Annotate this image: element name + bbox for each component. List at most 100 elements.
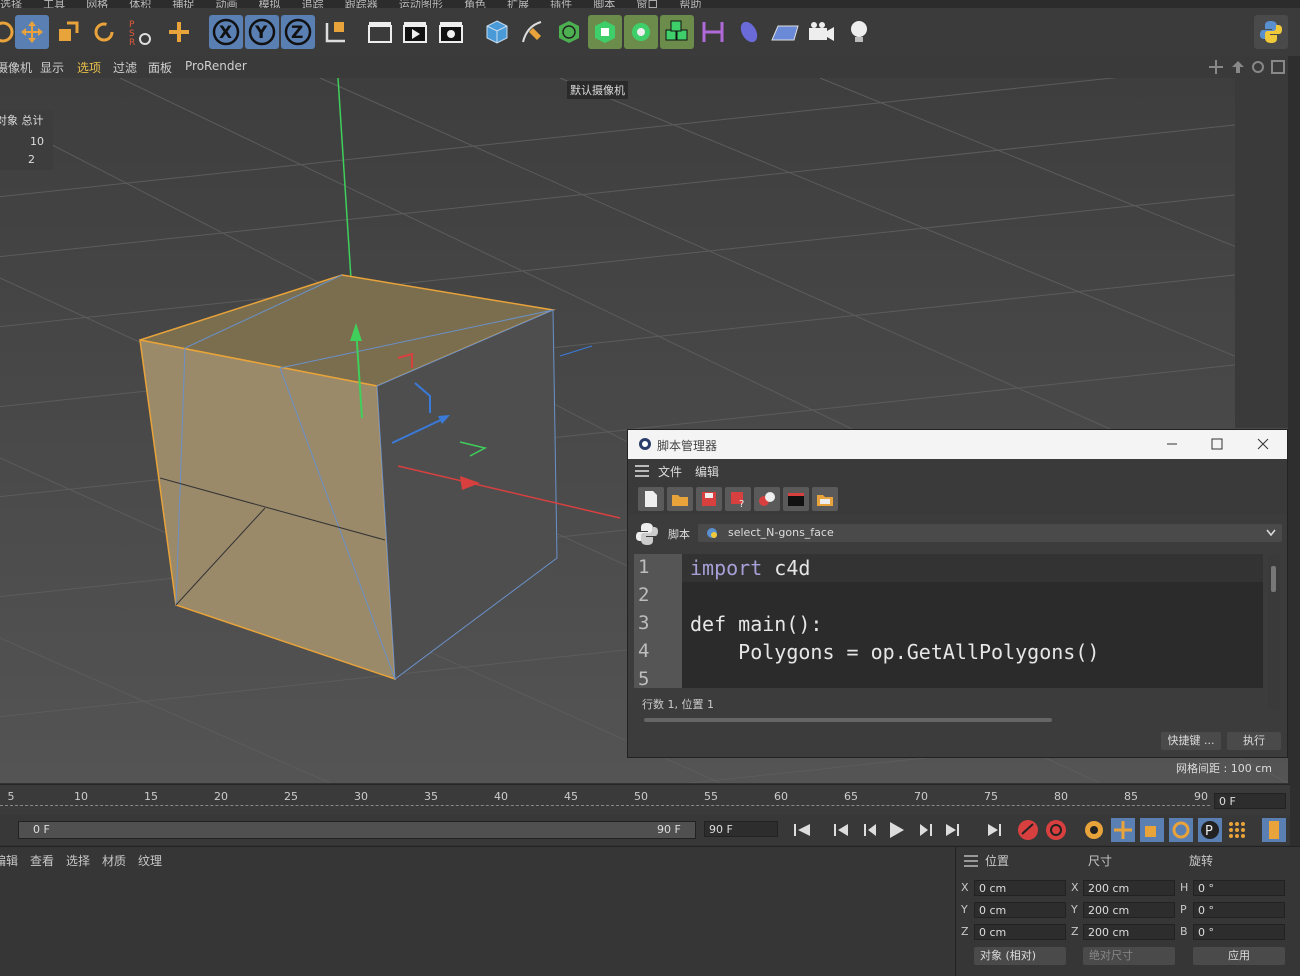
material-menu-texture[interactable]: 纹理 [138, 852, 162, 869]
coordinate-mode-select[interactable]: 对象 (相对) [974, 947, 1066, 965]
new-script-icon[interactable] [638, 487, 664, 511]
menu-item[interactable]: 运动图形 [399, 0, 443, 8]
camera-icon[interactable] [804, 15, 838, 49]
cloner-icon[interactable] [624, 15, 658, 49]
cube-object-icon[interactable] [480, 15, 514, 49]
floor-icon[interactable] [768, 15, 802, 49]
code-horizontal-scrollbar[interactable] [644, 718, 1052, 722]
psr-tool-icon[interactable]: PSR [123, 15, 157, 49]
playback-controls[interactable] [792, 819, 982, 841]
menu-item[interactable]: 网格 [86, 0, 108, 8]
material-menu-view[interactable]: 查看 [30, 852, 54, 869]
script-manager-titlebar[interactable]: 脚本管理器 [628, 430, 1287, 459]
size-x-field[interactable]: 200 cm [1083, 880, 1175, 896]
script-dropdown[interactable]: select_N-gons_face [698, 524, 1282, 542]
scale-tool-icon[interactable] [51, 15, 85, 49]
menu-item[interactable]: 扩展 [507, 0, 529, 8]
script-folder-icon[interactable] [812, 487, 838, 511]
coordinate-system-icon[interactable] [319, 15, 353, 49]
key-pla-icon[interactable] [1226, 818, 1248, 842]
save-script-icon[interactable] [696, 487, 722, 511]
end-frame-field[interactable]: 90 F [704, 821, 778, 837]
render-picture-viewer-icon[interactable] [398, 15, 432, 49]
rotation-h-field[interactable]: 0 ° [1193, 880, 1285, 896]
render-settings-icon[interactable] [434, 15, 468, 49]
menu-item[interactable]: 选择 [0, 0, 22, 8]
light-icon[interactable] [842, 15, 876, 49]
minimize-icon[interactable] [1166, 438, 1178, 450]
menu-item[interactable]: 跟踪器 [345, 0, 378, 8]
menu-item[interactable]: 动画 [215, 0, 237, 8]
hamburger-icon[interactable] [964, 855, 978, 867]
timeline-ruler[interactable]: 5 10 15 20 25 30 35 40 45 50 55 60 65 70 75 80 85 90 0 F [0, 784, 1290, 815]
menu-item[interactable]: 角色 [464, 0, 486, 8]
rotation-b-field[interactable]: 0 ° [1193, 924, 1285, 940]
current-frame-field[interactable]: 0 F [1214, 793, 1286, 809]
menu-item[interactable]: 帮助 [679, 0, 701, 8]
timeline-icon[interactable] [1262, 818, 1286, 842]
scrollbar-thumb[interactable] [1271, 566, 1276, 592]
size-y-field[interactable]: 200 cm [1083, 902, 1175, 918]
keyframe-selection-icon[interactable] [1082, 818, 1108, 842]
position-y-field[interactable]: 0 cm [974, 902, 1066, 918]
menu-item[interactable]: 插件 [550, 0, 572, 8]
menu-item[interactable]: 工具 [43, 0, 65, 8]
menu-item[interactable]: 模拟 [259, 0, 281, 8]
extrude-icon[interactable] [588, 15, 622, 49]
menu-item[interactable]: 窗口 [636, 0, 658, 8]
record-keys-icon[interactable] [1016, 818, 1042, 842]
open-script-icon[interactable] [667, 487, 693, 511]
key-parameter-icon[interactable]: P [1198, 818, 1222, 842]
menu-file[interactable]: 文件 [658, 463, 682, 480]
autokey-icon[interactable] [1044, 818, 1070, 842]
key-scale-icon[interactable] [1140, 818, 1164, 842]
deformer-icon[interactable] [696, 15, 730, 49]
z-axis-lock-icon[interactable]: Z [281, 15, 315, 49]
menu-edit[interactable]: 编辑 [695, 463, 719, 480]
python-icon[interactable] [1254, 15, 1288, 49]
viewport-menu-filter[interactable]: 过滤 [113, 59, 137, 76]
menu-item[interactable]: 追踪 [302, 0, 324, 8]
menu-item[interactable]: 脚本 [593, 0, 615, 8]
mograph-icon[interactable] [660, 15, 694, 49]
position-x-field[interactable]: 0 cm [974, 880, 1066, 896]
menu-item[interactable]: 捕捉 [172, 0, 194, 8]
import-script-icon[interactable] [754, 487, 780, 511]
pen-spline-icon[interactable] [516, 15, 550, 49]
goto-end-icon[interactable] [984, 819, 1006, 841]
code-vertical-scrollbar[interactable] [1268, 554, 1280, 710]
size-z-field[interactable]: 200 cm [1083, 924, 1175, 940]
viewport-menu-panel[interactable]: 面板 [148, 59, 172, 76]
key-position-icon[interactable] [1111, 818, 1135, 842]
viewport-menu-display[interactable]: 显示 [40, 59, 64, 76]
add-tool-icon[interactable] [162, 15, 196, 49]
rotation-p-field[interactable]: 0 ° [1193, 902, 1285, 918]
viewport-nav-icons[interactable] [1208, 59, 1288, 75]
rotate-tool-icon[interactable] [87, 15, 121, 49]
code-editor[interactable]: 1 2 3 4 5 import c4d def main(): Polygon… [634, 554, 1263, 688]
material-menu-edit[interactable]: 编辑 [0, 852, 18, 869]
shortcut-button[interactable]: 快捷键 ... [1161, 732, 1221, 750]
field-icon[interactable] [732, 15, 766, 49]
size-mode-select[interactable]: 绝对尺寸 [1083, 947, 1175, 965]
save-as-script-icon[interactable]: ? [725, 487, 751, 511]
menu-item[interactable]: 体积 [129, 0, 151, 8]
execute-button[interactable]: 执行 [1227, 732, 1281, 750]
render-view-icon[interactable] [363, 15, 397, 49]
range-slider[interactable]: 0 F 90 F [18, 821, 696, 839]
position-z-field[interactable]: 0 cm [974, 924, 1066, 940]
material-menu-select[interactable]: 选择 [66, 852, 90, 869]
y-axis-lock-icon[interactable]: Y [245, 15, 279, 49]
close-icon[interactable] [1257, 438, 1269, 450]
script-scene-icon[interactable] [783, 487, 809, 511]
x-axis-lock-icon[interactable]: X [209, 15, 243, 49]
material-menu-material[interactable]: 材质 [102, 852, 126, 869]
key-rotation-icon[interactable] [1169, 818, 1193, 842]
viewport-menu-prorender[interactable]: ProRender [185, 59, 247, 73]
maximize-icon[interactable] [1211, 438, 1223, 450]
viewport-menu-camera[interactable]: 摄像机 [0, 59, 32, 76]
move-tool-icon[interactable] [15, 15, 49, 49]
viewport-menu-options[interactable]: 选项 [77, 59, 101, 76]
hamburger-icon[interactable] [635, 465, 649, 477]
subdivision-surface-icon[interactable] [552, 15, 586, 49]
